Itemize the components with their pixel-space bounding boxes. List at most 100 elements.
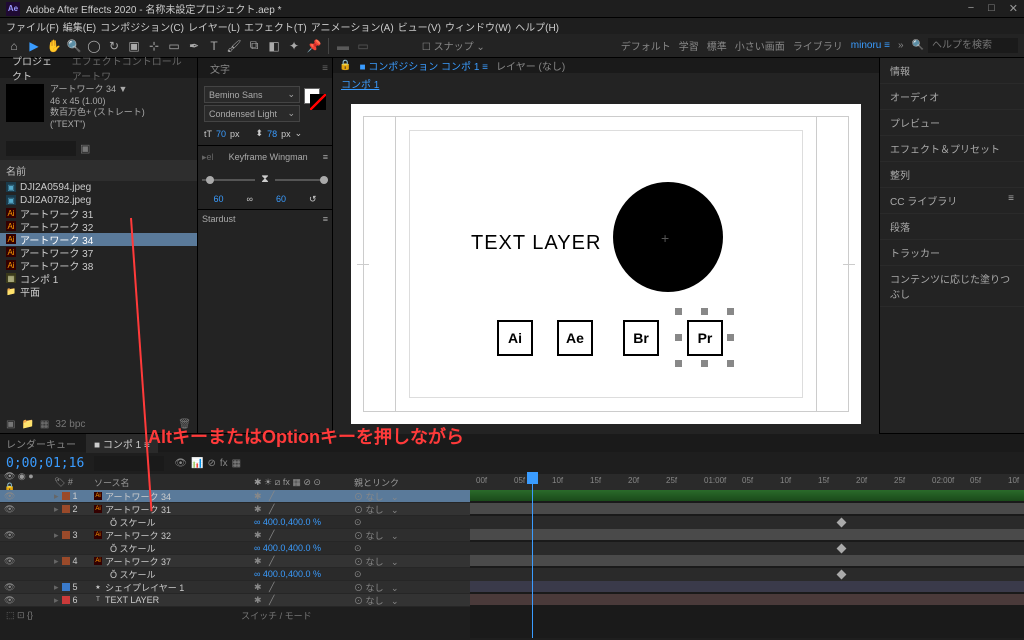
toggle-switches-icon[interactable]: ⬚ ⊡ {}: [6, 610, 33, 621]
switch-mode-toggle[interactable]: スイッチ / モード: [241, 609, 312, 622]
tab-timeline-comp[interactable]: ■ コンポ 1 ≡: [86, 434, 158, 453]
artwork-pr-selected[interactable]: Pr: [687, 320, 723, 356]
menu-編集[interactable]: 編集(E): [63, 19, 96, 34]
tab-composition[interactable]: ■ コンポジション コンポ 1 ≡: [359, 58, 488, 73]
tab-layer-none[interactable]: レイヤー (なし): [496, 58, 565, 73]
track-bar[interactable]: [470, 555, 1024, 566]
text-tool-icon[interactable]: T: [206, 38, 222, 54]
brush-tool-icon[interactable]: 🖌: [226, 38, 242, 54]
layer-row[interactable]: 👁 ▸ 2Ai アートワーク 31✱ ╱⊙ なし ⌄: [0, 503, 470, 516]
right-panel-5[interactable]: CC ライブラリ≡: [880, 188, 1024, 214]
right-panel-4[interactable]: 整列: [880, 162, 1024, 188]
font-size-value[interactable]: 70: [216, 129, 226, 139]
draft3d-icon[interactable]: ▦: [232, 458, 241, 469]
layer-row[interactable]: 👁 ▸ 3Ai アートワーク 32✱ ╱⊙ なし ⌄: [0, 529, 470, 542]
track-bar[interactable]: [470, 529, 1024, 540]
right-panel-7[interactable]: トラッカー: [880, 240, 1024, 266]
pen-tool-icon[interactable]: ✒: [186, 38, 202, 54]
roto-tool-icon[interactable]: ✦: [286, 38, 302, 54]
right-panel-0[interactable]: 情報: [880, 58, 1024, 84]
composition-viewer[interactable]: + TEXT LAYER Ai Ae Br Pr: [333, 94, 879, 434]
artwork-ae[interactable]: Ae: [557, 320, 593, 356]
ease-out-slider[interactable]: [275, 179, 328, 181]
reset-icon[interactable]: ↺: [309, 194, 317, 205]
new-folder-icon[interactable]: 📁: [21, 419, 33, 430]
layer-property-scale[interactable]: Ŏ スケール∞ 400.0,400.0 %⊙: [0, 568, 470, 581]
menu-ビュー[interactable]: ビュー(V): [398, 19, 441, 34]
menu-レイヤー[interactable]: レイヤー(L): [188, 19, 240, 34]
ease-link-icon[interactable]: ⧗: [261, 173, 269, 186]
project-search-input[interactable]: [6, 141, 76, 156]
right-panel-6[interactable]: 段落: [880, 214, 1024, 240]
layer-row[interactable]: 👁 ▸ 5★ シェイプレイヤー 1✱ ╱⊙ なし ⌄: [0, 581, 470, 594]
rotate-tool-icon[interactable]: ↻: [106, 38, 122, 54]
ease-in-slider[interactable]: [202, 179, 255, 181]
workspace-library[interactable]: ライブラリ: [793, 38, 843, 53]
tab-render-queue[interactable]: レンダーキュー: [6, 436, 76, 451]
right-panel-3[interactable]: エフェクト＆プリセット: [880, 136, 1024, 162]
stroke-color-swatch[interactable]: [310, 94, 326, 110]
fx-icon[interactable]: fx: [220, 458, 228, 469]
shape-tool-icon[interactable]: ▭: [166, 38, 182, 54]
artwork-ai[interactable]: Ai: [497, 320, 533, 356]
artwork-br[interactable]: Br: [623, 320, 659, 356]
font-family-dropdown[interactable]: Bemino Sans⌄: [204, 86, 300, 103]
workspace-small[interactable]: 小さい画面: [735, 38, 785, 53]
track-bar[interactable]: [470, 581, 1024, 592]
workspace-default[interactable]: デフォルト: [621, 38, 671, 53]
comp-breadcrumb[interactable]: コンポ 1: [341, 80, 379, 91]
fill-icon[interactable]: ▬: [335, 38, 351, 54]
track-bar[interactable]: [470, 503, 1024, 514]
current-time-indicator[interactable]: [532, 474, 533, 638]
menu-ファイル[interactable]: ファイル(F): [6, 19, 59, 34]
timeline-search-input[interactable]: [94, 456, 164, 471]
layer-property-scale[interactable]: Ŏ スケール∞ 400.0,400.0 %⊙: [0, 516, 470, 529]
menu-アニメーション[interactable]: アニメーション(A): [311, 19, 394, 34]
workspace-active[interactable]: minoru ≡: [851, 40, 890, 51]
stamp-tool-icon[interactable]: ⧉: [246, 38, 262, 54]
keyframe-diamond[interactable]: [837, 544, 847, 554]
shy-icon[interactable]: 👁: [174, 458, 187, 469]
menu-ヘルプ[interactable]: ヘルプ(H): [515, 19, 559, 34]
col-parent[interactable]: 親とリンク: [350, 476, 470, 489]
puppet-tool-icon[interactable]: 📌: [306, 38, 322, 54]
track-bar[interactable]: [470, 594, 1024, 605]
project-filter-icon[interactable]: ▣: [80, 142, 90, 155]
eraser-tool-icon[interactable]: ◧: [266, 38, 282, 54]
right-panel-8[interactable]: コンテンツに応じた塗りつぶし: [880, 266, 1024, 307]
ease-in-value[interactable]: 60: [214, 194, 224, 205]
layer-row[interactable]: 👁 ▸ 1Ai アートワーク 34✱ ╱⊙ なし ⌄: [0, 490, 470, 503]
menu-コンポジション[interactable]: コンポジション(C): [100, 19, 184, 34]
tab-character[interactable]: 文字: [202, 59, 238, 78]
stardust-panel[interactable]: Stardust: [202, 214, 236, 224]
layer-property-scale[interactable]: Ŏ スケール∞ 400.0,400.0 %⊙: [0, 542, 470, 555]
keyframe-diamond[interactable]: [837, 570, 847, 580]
keyframe-diamond[interactable]: [837, 518, 847, 528]
layer-row[interactable]: 👁 ▸ 4Ai アートワーク 37✱ ╱⊙ なし ⌄: [0, 555, 470, 568]
anchor-tool-icon[interactable]: ⊹: [146, 38, 162, 54]
snap-checkbox[interactable]: ☐ スナップ ⌄: [422, 38, 485, 53]
timeline-ruler[interactable]: 00f05f10f15f20f25f01:00f05f10f15f20f25f0…: [470, 474, 1024, 490]
blur-icon[interactable]: ⊘: [207, 458, 215, 469]
ease-out-value[interactable]: 60: [276, 194, 286, 205]
graph-icon[interactable]: 📊: [191, 458, 203, 469]
project-item[interactable]: ▣DJI2A0594.jpeg: [0, 181, 197, 194]
trash-icon[interactable]: 🗑: [178, 419, 191, 430]
link-icon[interactable]: ∞: [247, 194, 253, 205]
bpc-label[interactable]: 32 bpc: [55, 419, 85, 430]
lock-icon[interactable]: 🔒: [339, 60, 351, 71]
zoom-tool-icon[interactable]: 🔍: [66, 38, 82, 54]
timeline-timecode[interactable]: 0;00;01;16: [6, 456, 84, 471]
right-panel-1[interactable]: オーディオ: [880, 84, 1024, 110]
project-item[interactable]: 📁平面: [0, 285, 197, 298]
font-weight-dropdown[interactable]: Condensed Light⌄: [204, 105, 300, 122]
layer-row[interactable]: 👁 ▸ 6T TEXT LAYER✱ ╱⊙ なし ⌄: [0, 594, 470, 607]
maximize-icon[interactable]: □: [988, 2, 995, 15]
close-icon[interactable]: ✕: [1009, 2, 1018, 15]
leading-value[interactable]: 78: [267, 129, 277, 139]
orbit-tool-icon[interactable]: ◯: [86, 38, 102, 54]
workspace-standard[interactable]: 標準: [707, 38, 727, 53]
workspace-learn[interactable]: 学習: [679, 38, 699, 53]
menu-ウィンドウ[interactable]: ウィンドウ(W): [445, 19, 511, 34]
menu-エフェクト[interactable]: エフェクト(T): [244, 19, 307, 34]
